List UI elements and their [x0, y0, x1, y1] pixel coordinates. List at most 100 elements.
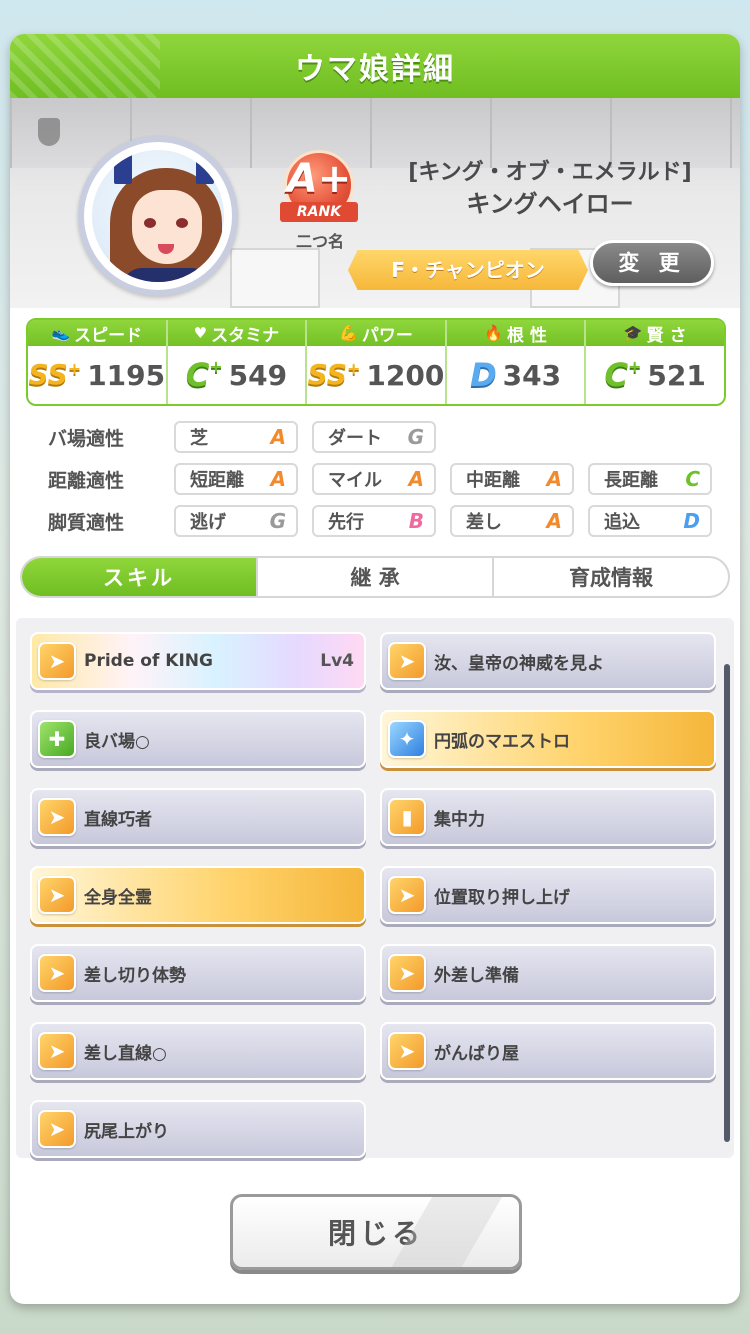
skill-level: Lv4 [320, 651, 354, 671]
skill-name: 全身全霊 [84, 887, 152, 908]
stat-value: 1200 [366, 358, 445, 392]
stat-grade: SS+ [307, 358, 361, 391]
heart-icon: ♥ [193, 324, 208, 342]
speed-up-icon: ➤ [388, 642, 426, 680]
skill-name: がんばり屋 [434, 1043, 519, 1064]
skills-scrollbar[interactable] [724, 664, 730, 1142]
skill-card[interactable]: ✚ 良バ場○ [30, 710, 366, 768]
uma-detail-dialog: ウマ娘詳細 A+ RANK 二つ名 [キング・オブ・エメラルド] キングヘイロー… [10, 34, 740, 1304]
skill-card[interactable]: ▮ 集中力 [380, 788, 716, 846]
aptitude-cell: 短距離 A [174, 463, 298, 495]
recovery-icon: ✦ [388, 720, 426, 758]
nickname-label: 二つ名 [295, 232, 344, 251]
aptitude-grade: A [270, 425, 286, 449]
skill-name: 汝、皇帝の神威を見よ [434, 653, 604, 674]
skill-name: 集中力 [434, 809, 485, 830]
speed-up-icon: ➤ [38, 1110, 76, 1148]
muscle-icon: 💪 [339, 324, 358, 342]
change-title-button[interactable]: 変 更 [590, 240, 714, 286]
speed-up-icon: ➤ [388, 954, 426, 992]
stat-label: 根 性 [506, 325, 547, 346]
skill-card[interactable]: ✦ 円弧のマエストロ [380, 710, 716, 768]
close-button-label: 閉じる [327, 1217, 424, 1250]
uma-avatar[interactable] [78, 136, 238, 296]
aptitude-grade: A [546, 467, 562, 491]
aptitude-name: 短距離 [190, 470, 244, 491]
aptitude-name: 差し [466, 512, 502, 533]
skill-name: 尻尾上がり [84, 1121, 169, 1142]
aptitude-cell: 長距離 C [588, 463, 712, 495]
carrot-icon [38, 118, 60, 146]
skill-card[interactable]: ➤ 差し直線○ [30, 1022, 366, 1080]
aptitude-name: 先行 [328, 512, 364, 533]
skill-card[interactable]: ➤ Pride of KING Lv4 [30, 632, 366, 690]
flame-icon: 🔥 [484, 324, 503, 342]
avatar-portrait [92, 150, 224, 282]
rank-badge: A+ RANK [280, 150, 358, 226]
rank-label: RANK [280, 202, 358, 222]
stat-value: 521 [647, 358, 706, 392]
aptitude-cell: ダート G [312, 421, 436, 453]
aptitude-grade: B [408, 509, 424, 533]
skill-card[interactable]: ➤ 尻尾上がり [30, 1100, 366, 1158]
skill-card[interactable]: ➤ 差し切り体勢 [30, 944, 366, 1002]
skill-name: 外差し準備 [434, 965, 519, 986]
tab-skills[interactable]: スキル [22, 558, 258, 596]
stat-value: 549 [228, 358, 288, 392]
speed-up-icon: ➤ [38, 798, 76, 836]
skill-name: 直線巧者 [84, 809, 152, 830]
aptitude-label: 脚質適性 [48, 511, 125, 534]
tab-training-info[interactable]: 育成情報 [494, 558, 728, 596]
stat-grade: C+ [604, 356, 642, 394]
skill-card[interactable]: ➤ がんばり屋 [380, 1022, 716, 1080]
track-aptitude-row: バ場適性 芝A ダート G [40, 416, 730, 458]
aptitude-grade: G [407, 425, 424, 449]
close-button[interactable]: 閉じる [230, 1194, 522, 1270]
aptitude-label: 距離適性 [48, 469, 125, 492]
skill-card[interactable]: ➤ 位置取り押し上げ [380, 866, 716, 924]
stat-grade: SS+ [28, 358, 82, 391]
aptitude-grade: G [269, 509, 286, 533]
shoe-icon: 👟 [51, 324, 71, 342]
skill-card[interactable]: ➤ 直線巧者 [30, 788, 366, 846]
stat-guts: 🔥 根 性 D 343 [446, 320, 587, 404]
profile-header: A+ RANK 二つ名 [キング・オブ・エメラルド] キングヘイロー F・チャン… [10, 98, 740, 308]
title-plate: F・チャンピオン [348, 250, 588, 290]
aptitude-name: 追込 [604, 512, 640, 533]
stat-value: 1195 [87, 358, 166, 392]
skill-card[interactable]: ➤ 外差し準備 [380, 944, 716, 1002]
stats-panel: 👟 スピード SS+ 1195 ♥ スタミナ C+ 549 💪 パワー SS+ 1200 🔥… [26, 318, 726, 406]
skill-name: 位置取り押し上げ [434, 887, 570, 908]
skill-card[interactable]: ➤ 汝、皇帝の神威を見よ [380, 632, 716, 690]
aptitude-cell: 差し A [450, 505, 574, 537]
speed-up-icon: ➤ [38, 876, 76, 914]
power-up-icon: ✚ [38, 720, 76, 758]
aptitude-grade: A [270, 467, 286, 491]
skill-card[interactable]: ➤ 全身全霊 [30, 866, 366, 924]
aptitude-cell: 中距離 A [450, 463, 574, 495]
stat-stamina: ♥ スタミナ C+ 549 [167, 320, 308, 404]
stat-wisdom: 🎓 賢 さ C+ 521 [586, 320, 724, 404]
aptitude-cell: マイル A [312, 463, 436, 495]
strategy-aptitude-row: 脚質適性 逃げ G 先行 B 差し A 追込 D [40, 500, 730, 542]
speed-up-icon: ➤ [388, 1032, 426, 1070]
skills-list[interactable]: ➤ Pride of KING Lv4 ➤ 汝、皇帝の神威を見よ ✚ 良バ場○ ✦ 円弧のマエス… [16, 618, 734, 1158]
stat-label: スタミナ [211, 325, 280, 346]
graduation-cap-icon: 🎓 [623, 324, 643, 342]
uma-name: キングヘイロー [466, 190, 634, 218]
aptitude-cell: 先行 B [312, 505, 436, 537]
speed-up-icon: ➤ [38, 954, 76, 992]
outfit-epithet: [キング・オブ・エメラルド] [408, 160, 692, 185]
aptitude-name: 中距離 [466, 470, 520, 491]
aptitude-section: バ場適性 芝A ダート G 距離適性 短距離 A マイル A 中距離 A 長距離 C 脚質… [40, 416, 730, 542]
aptitude-name: ダート [328, 428, 382, 449]
speed-up-icon: ➤ [38, 642, 76, 680]
aptitude-name: 逃げ [190, 512, 226, 533]
aptitude-cell: 芝A [174, 421, 298, 453]
rank-letter: A+ [286, 156, 352, 202]
speed-up-icon: ➤ [388, 876, 426, 914]
tab-inheritance[interactable]: 継 承 [258, 558, 494, 596]
dialog-title-bar: ウマ娘詳細 [10, 34, 740, 98]
aptitude-label: バ場適性 [48, 427, 125, 450]
stat-value: 343 [502, 358, 562, 392]
